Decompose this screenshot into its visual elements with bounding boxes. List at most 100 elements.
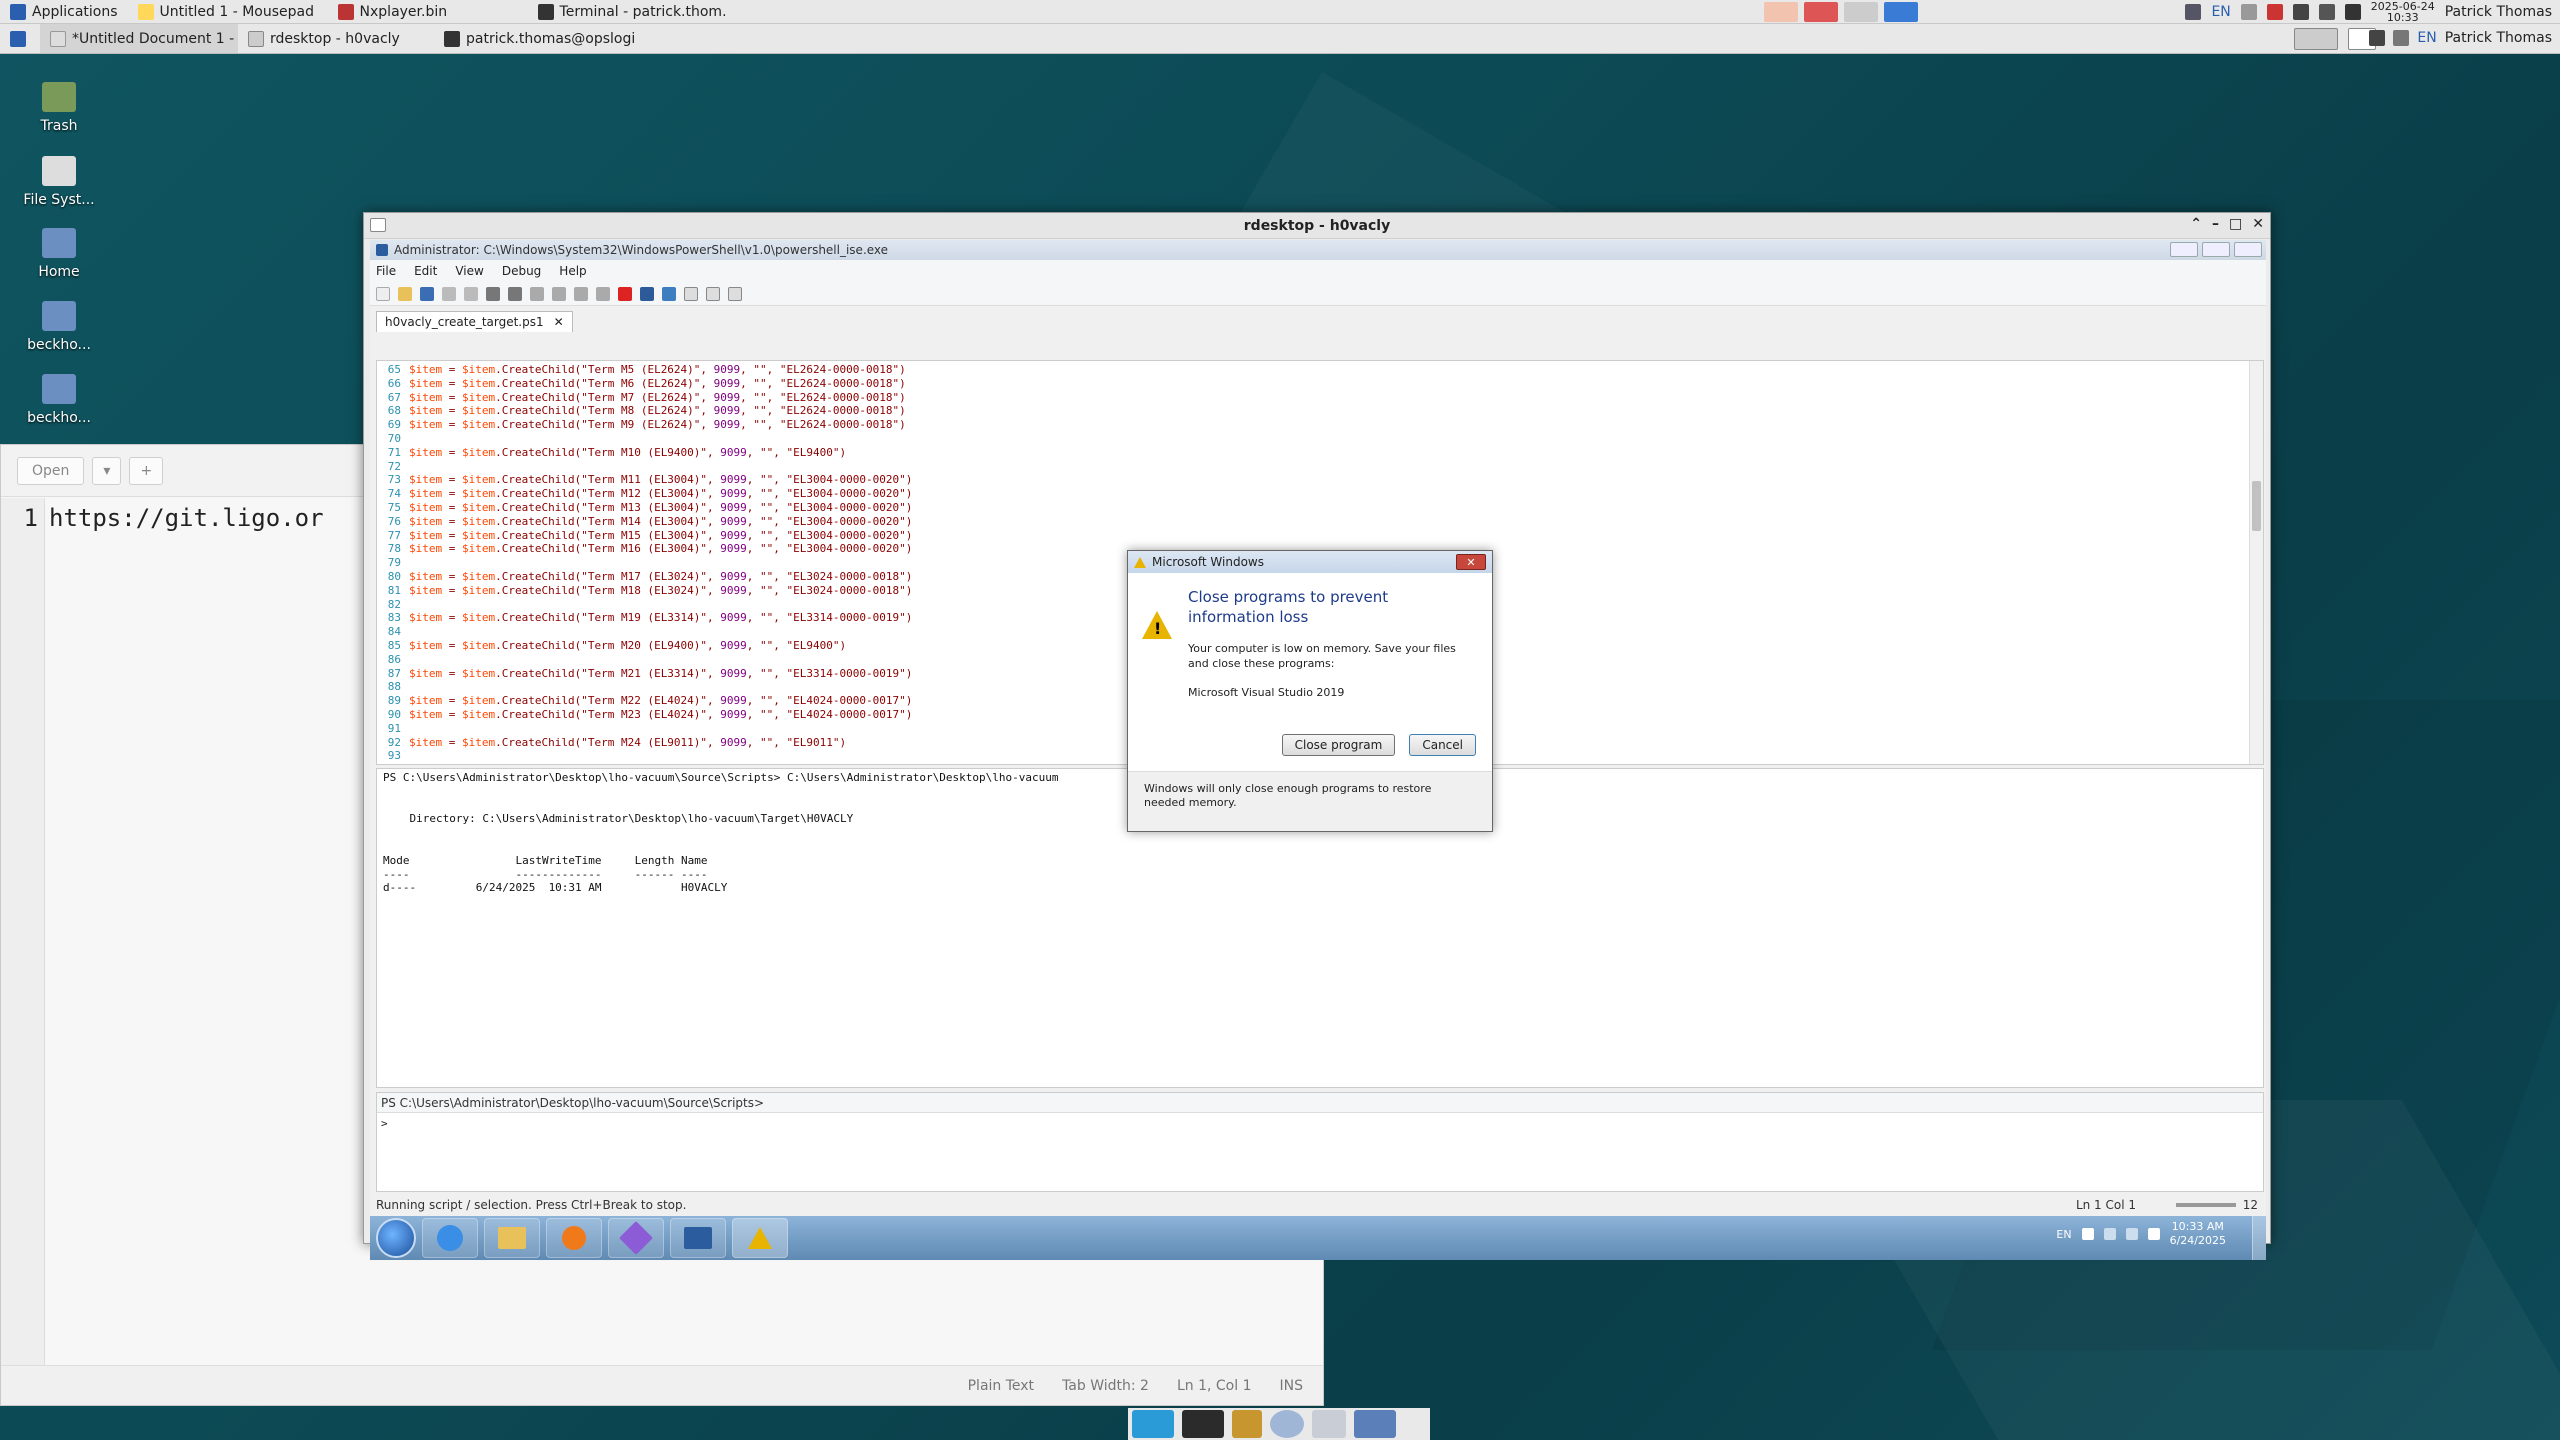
rdesktop-titlebar[interactable]: rdesktop - h0vacly ⌃ – □ ✕ (364, 213, 2270, 239)
show-desktop-icon[interactable] (1132, 1410, 1174, 1438)
windows-clock[interactable]: 10:33 AM 6/24/2025 (2170, 1220, 2226, 1248)
media-player-taskbar-button[interactable] (546, 1218, 602, 1258)
web-browser-icon[interactable] (1270, 1410, 1304, 1438)
menu-edit[interactable]: Edit (414, 264, 437, 278)
layout-max-icon[interactable] (728, 286, 742, 301)
workspace-1[interactable] (2294, 28, 2338, 50)
task-gedit[interactable]: *Untitled Document 1 - g... (40, 24, 238, 53)
menu-debug[interactable]: Debug (502, 264, 541, 278)
lang-indicator[interactable]: EN (2211, 4, 2230, 20)
ie-taskbar-button[interactable] (422, 1218, 478, 1258)
action-center-flag-icon[interactable] (2147, 1228, 2160, 1240)
shade-icon[interactable]: ⌃ (2190, 216, 2202, 232)
network-icon[interactable] (2240, 4, 2257, 20)
window-menu-icon[interactable] (370, 218, 386, 232)
task-mousepad[interactable]: Untitled 1 - Mousepad (128, 0, 328, 23)
volume-icon[interactable] (2292, 4, 2309, 20)
editor-text[interactable]: https://git.ligo.or (49, 504, 324, 532)
minimize-icon[interactable] (2170, 242, 2198, 257)
clear-icon[interactable] (508, 286, 522, 301)
firefox-icon[interactable] (1764, 2, 1798, 22)
close-icon[interactable]: ✕ (2252, 216, 2264, 232)
battery-icon[interactable] (2318, 4, 2335, 20)
warning-taskbar-button[interactable] (732, 1218, 788, 1258)
cancel-button[interactable]: Cancel (1409, 734, 1476, 756)
menu-view[interactable]: View (455, 264, 483, 278)
console-icon[interactable] (662, 286, 676, 301)
menu-help[interactable]: Help (559, 264, 586, 278)
new-file-icon[interactable] (376, 286, 390, 301)
trash-icon (42, 82, 76, 112)
maximize-icon[interactable]: □ (2229, 216, 2242, 232)
dialog-close-button[interactable]: ✕ (1456, 554, 1486, 570)
user-menu[interactable]: Patrick Thomas (2445, 30, 2552, 46)
undo-icon[interactable] (530, 286, 544, 301)
app-launcher-icon[interactable] (1844, 2, 1878, 22)
app-finder-icon[interactable] (1312, 1410, 1346, 1438)
minimize-icon[interactable]: – (2212, 216, 2219, 232)
paste-icon[interactable] (486, 286, 500, 301)
new-tab-button[interactable]: + (129, 456, 164, 485)
tray-icon[interactable] (2081, 1228, 2094, 1240)
open-recent-dropdown[interactable]: ▾ (92, 456, 122, 485)
terminal-icon[interactable] (1182, 1410, 1224, 1438)
ise-taskbar-button[interactable] (670, 1218, 726, 1258)
close-icon[interactable] (2234, 242, 2262, 257)
app-taskbar-button[interactable] (608, 1218, 664, 1258)
clock[interactable]: 2025-06-24 10:33 (2371, 1, 2435, 23)
redo-icon[interactable] (552, 286, 566, 301)
applications-menu[interactable]: Applications (0, 0, 128, 23)
folder-icon[interactable] (1354, 1410, 1396, 1438)
tab-width[interactable]: Tab Width: 2 (1062, 1378, 1149, 1394)
menu-file[interactable]: File (376, 264, 396, 278)
mute-icon[interactable] (2393, 30, 2410, 46)
xfce-menu[interactable] (0, 24, 40, 53)
copy-icon[interactable] (464, 286, 478, 301)
user-menu[interactable]: Patrick Thomas (2445, 4, 2552, 20)
command-input[interactable]: > (377, 1113, 2263, 1134)
volume-icon[interactable] (2125, 1228, 2138, 1240)
syntax-mode[interactable]: Plain Text (968, 1378, 1034, 1394)
desktop-icon-folder[interactable]: beckho... (14, 301, 104, 353)
tab-script[interactable]: h0vacly_create_target.ps1 ✕ (376, 311, 573, 332)
dialog-titlebar[interactable]: Microsoft Windows ✕ (1128, 551, 1492, 573)
editor-scrollbar[interactable] (2249, 361, 2263, 764)
bell-icon[interactable] (2344, 4, 2361, 20)
restore-icon[interactable] (2202, 242, 2230, 257)
explorer-taskbar-button[interactable] (484, 1218, 540, 1258)
task-terminal[interactable]: Terminal - patrick.thom... (528, 0, 728, 23)
app-launcher-icon[interactable] (1804, 2, 1838, 22)
vscode-icon[interactable] (1884, 2, 1918, 22)
close-tab-icon[interactable]: ✕ (554, 315, 564, 329)
show-desktop-button[interactable] (2252, 1216, 2266, 1260)
desktop-icon-folder[interactable]: beckho... (14, 374, 104, 426)
desktop-icon-filesystem[interactable]: File Syst... (14, 156, 104, 208)
open-file-icon[interactable] (398, 286, 412, 301)
layout-right-icon[interactable] (706, 286, 720, 301)
network-icon[interactable] (2369, 30, 2386, 46)
mic-icon[interactable] (2266, 4, 2283, 20)
open-button[interactable]: Open (17, 456, 85, 485)
remote-powershell-icon[interactable] (640, 286, 654, 301)
desktop-icon-trash[interactable]: Trash (14, 82, 104, 134)
lang-indicator[interactable]: EN (2056, 1228, 2071, 1241)
close-program-button[interactable]: Close program (1281, 734, 1396, 756)
file-manager-icon[interactable] (1232, 1410, 1262, 1438)
stop-icon[interactable] (618, 286, 632, 301)
task-terminal-ssh[interactable]: patrick.thomas@opslogin... (434, 24, 634, 53)
run-selection-icon[interactable] (596, 286, 610, 301)
start-button[interactable] (376, 1218, 416, 1258)
tray-app-icon[interactable] (2185, 4, 2202, 20)
save-icon[interactable] (420, 286, 434, 301)
cut-icon[interactable] (442, 286, 456, 301)
scroll-thumb[interactable] (2252, 481, 2261, 531)
lang-indicator[interactable]: EN (2417, 30, 2436, 46)
layout-top-icon[interactable] (684, 286, 698, 301)
run-icon[interactable] (574, 286, 588, 301)
ise-titlebar[interactable]: Administrator: C:\Windows\System32\Windo… (370, 240, 2266, 260)
zoom-slider[interactable] (2176, 1203, 2236, 1207)
network-icon[interactable] (2103, 1228, 2116, 1240)
desktop-icon-home[interactable]: Home (14, 228, 104, 280)
task-nxplayer[interactable]: Nxplayer.bin (328, 0, 528, 23)
task-rdesktop[interactable]: rdesktop - h0vacly (238, 24, 434, 53)
